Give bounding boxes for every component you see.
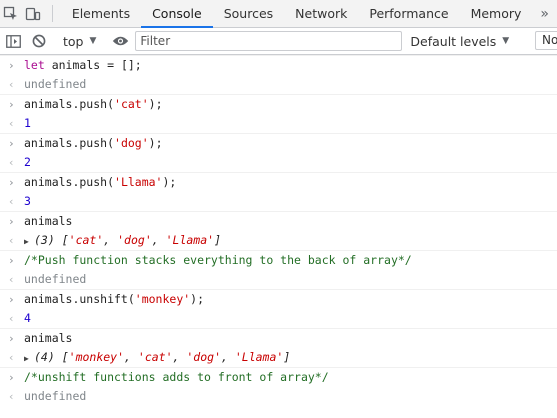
- array-item: 'monkey': [68, 350, 125, 364]
- clear-console-icon[interactable]: [26, 28, 52, 54]
- result-arrow-icon: ‹: [8, 78, 15, 91]
- tab-sources[interactable]: Sources: [213, 0, 284, 27]
- input-prompt-icon: ›: [8, 254, 15, 267]
- result-arrow-icon: ‹: [8, 390, 15, 403]
- more-tabs-icon[interactable]: »: [532, 0, 557, 27]
- context-label: top: [63, 33, 84, 49]
- device-toolbar-icon[interactable]: [22, 0, 44, 27]
- console-input-row: › let animals = [];: [0, 55, 557, 75]
- tab-elements[interactable]: Elements: [61, 0, 141, 27]
- inspect-element-icon[interactable]: [0, 0, 22, 27]
- input-prompt-icon: ›: [8, 371, 15, 384]
- console-result-row: ‹ 2: [0, 153, 557, 172]
- console-result-row: ‹ undefined: [0, 270, 557, 289]
- input-prompt-icon: ›: [8, 98, 15, 111]
- array-item: 'cat': [137, 350, 173, 364]
- console-input-row: › animals.push('cat');: [0, 94, 557, 114]
- array-length: (3): [34, 233, 55, 247]
- console-result-value: undefined: [24, 272, 87, 286]
- context-selector[interactable]: top ▼: [57, 34, 102, 49]
- console-command: animals.push('Llama');: [24, 175, 177, 189]
- console-result-value: 3: [24, 194, 31, 208]
- console-result-row: ‹ ▶ (4) ['monkey', 'cat', 'dog', 'Llama']: [0, 348, 557, 367]
- log-levels-dropdown[interactable]: Default levels ▼: [410, 34, 509, 49]
- live-expression-eye-icon[interactable]: [107, 28, 133, 54]
- array-length: (4): [34, 350, 55, 364]
- console-result-row: ‹ ▶ (3) ['cat', 'dog', 'Llama']: [0, 231, 557, 250]
- result-arrow-icon: ‹: [8, 273, 15, 286]
- filter-input[interactable]: [135, 31, 403, 51]
- tab-memory[interactable]: Memory: [460, 0, 533, 27]
- log-levels-label: Default levels: [410, 33, 497, 49]
- console-result-value: 4: [24, 311, 31, 325]
- array-item: 'dog': [186, 350, 221, 364]
- input-prompt-icon: ›: [8, 215, 15, 228]
- devtools-tab-bar: Elements Console Sources Network Performance…: [0, 0, 557, 28]
- no-group-button[interactable]: No: [535, 31, 557, 50]
- input-prompt-icon: ›: [8, 137, 15, 150]
- array-item: 'cat': [68, 233, 104, 247]
- console-result-value: 2: [24, 155, 31, 169]
- console-comment: /*unshift functions adds to front of arr…: [24, 370, 329, 384]
- input-prompt-icon: ›: [8, 176, 15, 189]
- console-result-row: ‹ 1: [0, 114, 557, 133]
- console-result-row: ‹ undefined: [0, 387, 557, 406]
- console-toolbar: top ▼ Default levels ▼ No: [0, 28, 557, 55]
- console-result-value: undefined: [24, 77, 87, 91]
- caret-down-icon: ▼: [89, 36, 97, 46]
- console-input-row: › /*Push function stacks everything to th…: [0, 250, 557, 270]
- console-input-row: › animals: [0, 211, 557, 231]
- array-preview[interactable]: ▶ (4) ['monkey', 'cat', 'dog', 'Llama']: [24, 350, 290, 364]
- result-arrow-icon: ‹: [8, 117, 15, 130]
- console-input-row: › animals: [0, 328, 557, 348]
- result-arrow-icon: ‹: [8, 195, 15, 208]
- tab-performance[interactable]: Performance: [358, 0, 459, 27]
- array-preview[interactable]: ▶ (3) ['cat', 'dog', 'Llama']: [24, 233, 221, 247]
- tab-network[interactable]: Network: [284, 0, 358, 27]
- console-command: animals.push('cat');: [24, 97, 163, 111]
- console-input-row: › animals.push('dog');: [0, 133, 557, 153]
- console-result-row: ‹ 4: [0, 309, 557, 328]
- array-item: 'Llama': [234, 350, 284, 364]
- console-messages: › let animals = []; ‹ undefined › animals.pus…: [0, 55, 557, 406]
- console-input-row: › /*unshift functions adds to front of ar…: [0, 367, 557, 387]
- caret-down-icon: ▼: [502, 36, 510, 46]
- console-result-row: ‹ undefined: [0, 75, 557, 94]
- input-prompt-icon: ›: [8, 332, 15, 345]
- toolbar-divider: [51, 5, 53, 22]
- input-prompt-icon: ›: [8, 293, 15, 306]
- result-arrow-icon: ‹: [8, 312, 15, 325]
- console-command: animals: [24, 331, 73, 345]
- console-input-row: › animals.unshift('monkey');: [0, 289, 557, 309]
- console-input-row: › animals.push('Llama');: [0, 172, 557, 192]
- console-command: let animals = [];: [24, 58, 142, 72]
- result-arrow-icon: ‹: [8, 234, 15, 247]
- console-command: animals.unshift('monkey');: [24, 292, 205, 306]
- result-arrow-icon: ‹: [8, 156, 15, 169]
- console-command: animals.push('dog');: [24, 136, 163, 150]
- console-result-value: 1: [24, 116, 31, 130]
- array-item: 'Llama': [165, 233, 215, 247]
- expand-triangle-icon[interactable]: ▶: [24, 349, 34, 367]
- array-item: 'dog': [117, 233, 152, 247]
- expand-triangle-icon[interactable]: ▶: [24, 232, 34, 250]
- result-arrow-icon: ‹: [8, 351, 15, 364]
- console-result-row: ‹ 3: [0, 192, 557, 211]
- console-command: animals: [24, 214, 73, 228]
- tab-console[interactable]: Console: [141, 0, 213, 28]
- show-sidebar-icon[interactable]: [0, 28, 26, 54]
- input-prompt-icon: ›: [8, 59, 15, 72]
- console-result-value: undefined: [24, 389, 87, 403]
- console-comment: /*Push function stacks everything to the…: [24, 253, 412, 267]
- panel-tabs: Elements Console Sources Network Performance…: [61, 0, 533, 28]
